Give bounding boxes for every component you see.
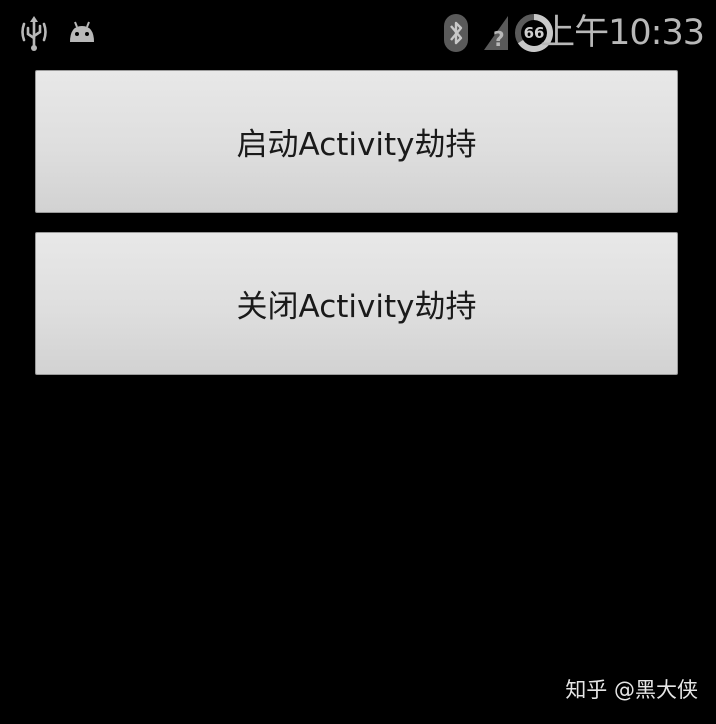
stop-activity-hijack-button[interactable]: 关闭Activity劫持 <box>35 232 678 375</box>
svg-text:?: ? <box>493 27 505 51</box>
android-icon <box>70 21 94 42</box>
zhihu-watermark: 知乎 @黑大侠 <box>565 678 698 702</box>
status-bar: ? 66 上午10:33 <box>0 0 716 66</box>
no-signal-icon: ? <box>484 16 508 51</box>
bluetooth-icon <box>444 14 468 52</box>
phone-screen: ? 66 上午10:33 启动Activity劫持 关闭Activity劫持 知… <box>0 0 716 724</box>
status-clock: 上午10:33 <box>540 13 705 53</box>
usb-debug-icon <box>21 16 47 51</box>
start-activity-hijack-button[interactable]: 启动Activity劫持 <box>35 70 678 213</box>
